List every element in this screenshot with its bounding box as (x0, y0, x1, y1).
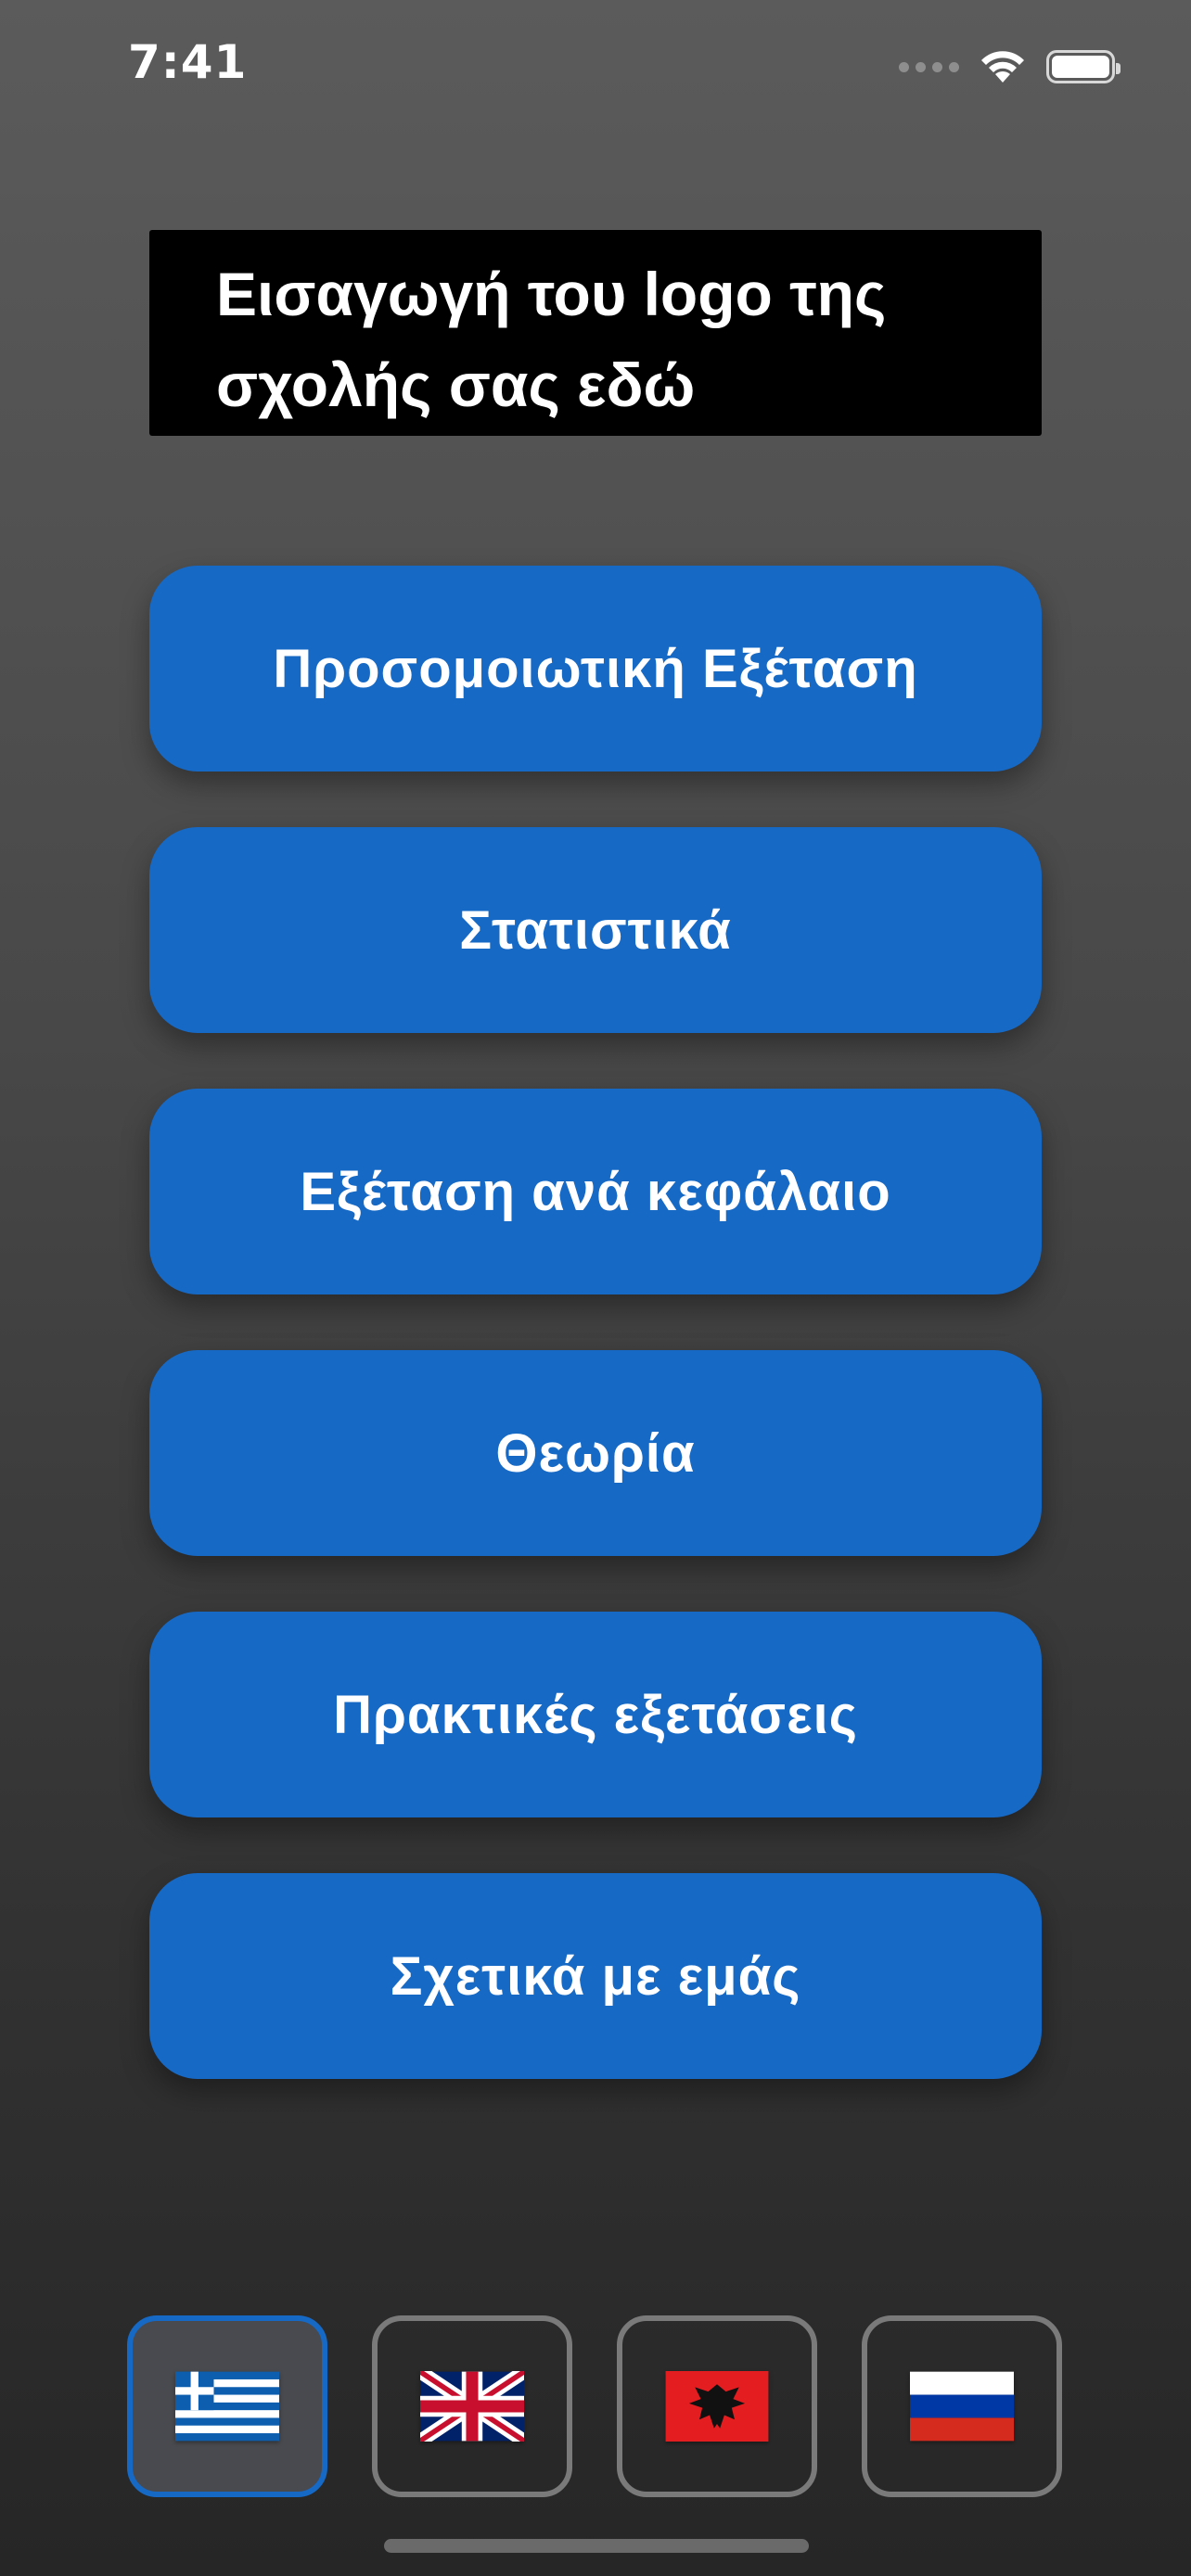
albania-flag-icon (665, 2371, 769, 2442)
russia-flag-icon (910, 2371, 1014, 2442)
greek-flag-icon (175, 2371, 279, 2442)
practical-exams-button[interactable]: Πρακτικές εξετάσεις (149, 1612, 1042, 1817)
language-greek-button[interactable] (127, 2315, 327, 2497)
logo-placeholder-line-2: σχολής σας εδώ (216, 351, 696, 419)
mock-exam-button[interactable]: Προσομοιωτική Εξέταση (149, 566, 1042, 772)
statistics-button[interactable]: Στατιστικά (149, 827, 1042, 1033)
theory-button[interactable]: Θεωρία (149, 1350, 1042, 1556)
logo-placeholder-line-1: Εισαγωγή του logo της (216, 260, 887, 328)
home-indicator[interactable] (384, 2539, 809, 2553)
status-time: 7:41 (128, 35, 248, 89)
about-us-button[interactable]: Σχετικά με εμάς (149, 1873, 1042, 2079)
main-menu: Προσομοιωτική Εξέταση Στατιστικά Εξέταση… (149, 566, 1042, 2135)
wifi-icon (980, 49, 1026, 84)
battery-icon (1046, 50, 1121, 83)
language-selector (127, 2315, 1062, 2497)
signal-icon (899, 61, 959, 72)
exam-by-chapter-button[interactable]: Εξέταση ανά κεφάλαιο (149, 1089, 1042, 1294)
language-english-button[interactable] (372, 2315, 572, 2497)
language-albanian-button[interactable] (617, 2315, 817, 2497)
uk-flag-icon (420, 2371, 524, 2442)
school-logo-placeholder: Εισαγωγή του logo της σχολής σας εδώ (149, 230, 1042, 436)
status-icons (899, 45, 1121, 89)
language-russian-button[interactable] (862, 2315, 1062, 2497)
